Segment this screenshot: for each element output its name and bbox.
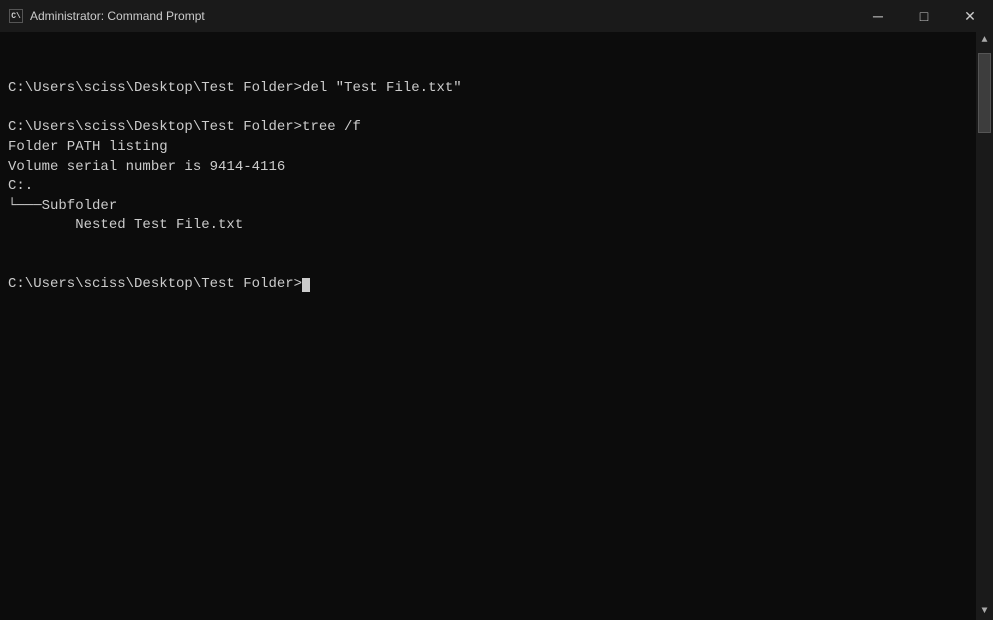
content-area: C:\Users\sciss\Desktop\Test Folder>del "… <box>0 32 993 620</box>
close-button[interactable]: ✕ <box>947 0 993 32</box>
terminal-output: C:\Users\sciss\Desktop\Test Folder>del "… <box>8 80 462 292</box>
scrollbar-thumb[interactable] <box>978 53 991 133</box>
minimize-button[interactable]: ─ <box>855 0 901 32</box>
terminal-body[interactable]: C:\Users\sciss\Desktop\Test Folder>del "… <box>0 32 976 620</box>
scrollbar-down-arrow[interactable]: ▼ <box>976 603 993 620</box>
title-bar-left: C\ Administrator: Command Prompt <box>0 8 205 24</box>
scrollbar[interactable]: ▲ ▼ <box>976 32 993 620</box>
cmd-icon-symbol: C\ <box>9 9 23 23</box>
window-title: Administrator: Command Prompt <box>30 9 205 23</box>
window-controls: ─ □ ✕ <box>855 0 993 32</box>
scrollbar-up-arrow[interactable]: ▲ <box>976 32 993 49</box>
cursor <box>302 278 310 292</box>
window: C\ Administrator: Command Prompt ─ □ ✕ C… <box>0 0 993 620</box>
cmd-icon: C\ <box>8 8 24 24</box>
title-bar: C\ Administrator: Command Prompt ─ □ ✕ <box>0 0 993 32</box>
maximize-button[interactable]: □ <box>901 0 947 32</box>
